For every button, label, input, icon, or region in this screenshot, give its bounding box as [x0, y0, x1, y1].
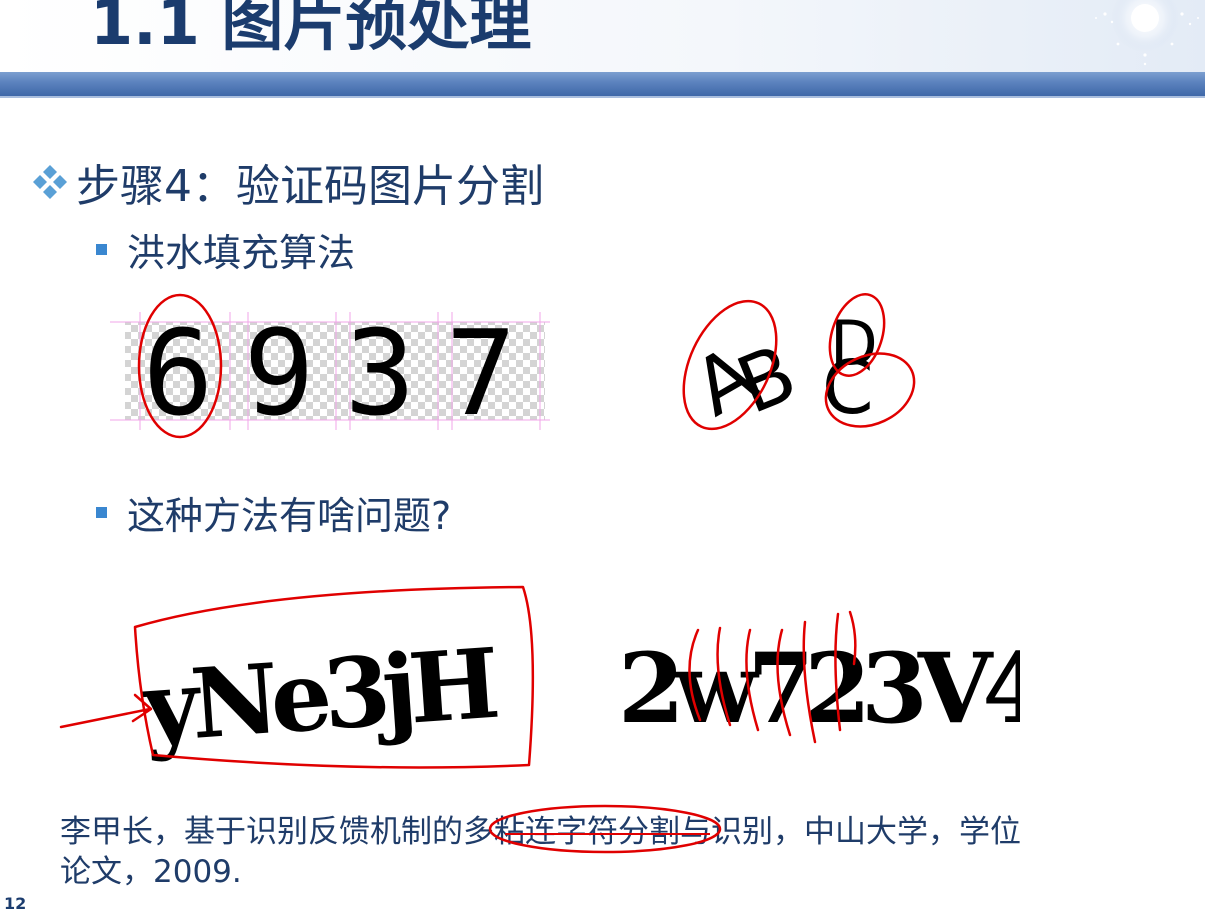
pixel-digit-captcha-figure: 6 9 3 7 [110, 293, 550, 442]
square-bullet-icon [96, 506, 107, 518]
handwritten-letters-figure: A B D C [680, 293, 916, 434]
captcha-digit: 3 [344, 304, 415, 442]
annotation-circle [488, 804, 722, 854]
sun-decoration-icon [1095, 0, 1199, 66]
captcha-letter: C [822, 345, 874, 431]
citation-highlight [488, 804, 722, 854]
square-bullet-icon [96, 243, 107, 255]
title-underline-bar [0, 72, 1205, 96]
page-number: 12 [4, 894, 27, 913]
bullet-step-text: 步骤4：验证码图片分割 [76, 161, 544, 212]
bullet-question-text: 这种方法有啥问题? [127, 493, 452, 538]
captcha-sample-2: 2w723V4 [618, 632, 1020, 745]
bullet-method: 洪水填充算法 [96, 224, 356, 275]
slide-title: 1.1 图片预处理 [90, 0, 532, 59]
captcha-sample-1: yNe3jH [138, 627, 500, 764]
bullet-step: 步骤4：验证码图片分割 [30, 152, 544, 212]
connected-captcha-figure-2: 2w723V4 [618, 610, 1020, 745]
connected-captcha-figure-1: yNe3jH [59, 585, 535, 769]
captcha-digit: 7 [445, 304, 516, 442]
slide-header: 1.1 图片预处理 [0, 0, 1205, 72]
title-bar-edge [0, 96, 1205, 98]
diamond-bullet-icon [33, 165, 67, 199]
bullet-question: 这种方法有啥问题? [96, 487, 452, 538]
bullet-method-text: 洪水填充算法 [127, 230, 356, 275]
captcha-digit: 9 [243, 304, 314, 442]
